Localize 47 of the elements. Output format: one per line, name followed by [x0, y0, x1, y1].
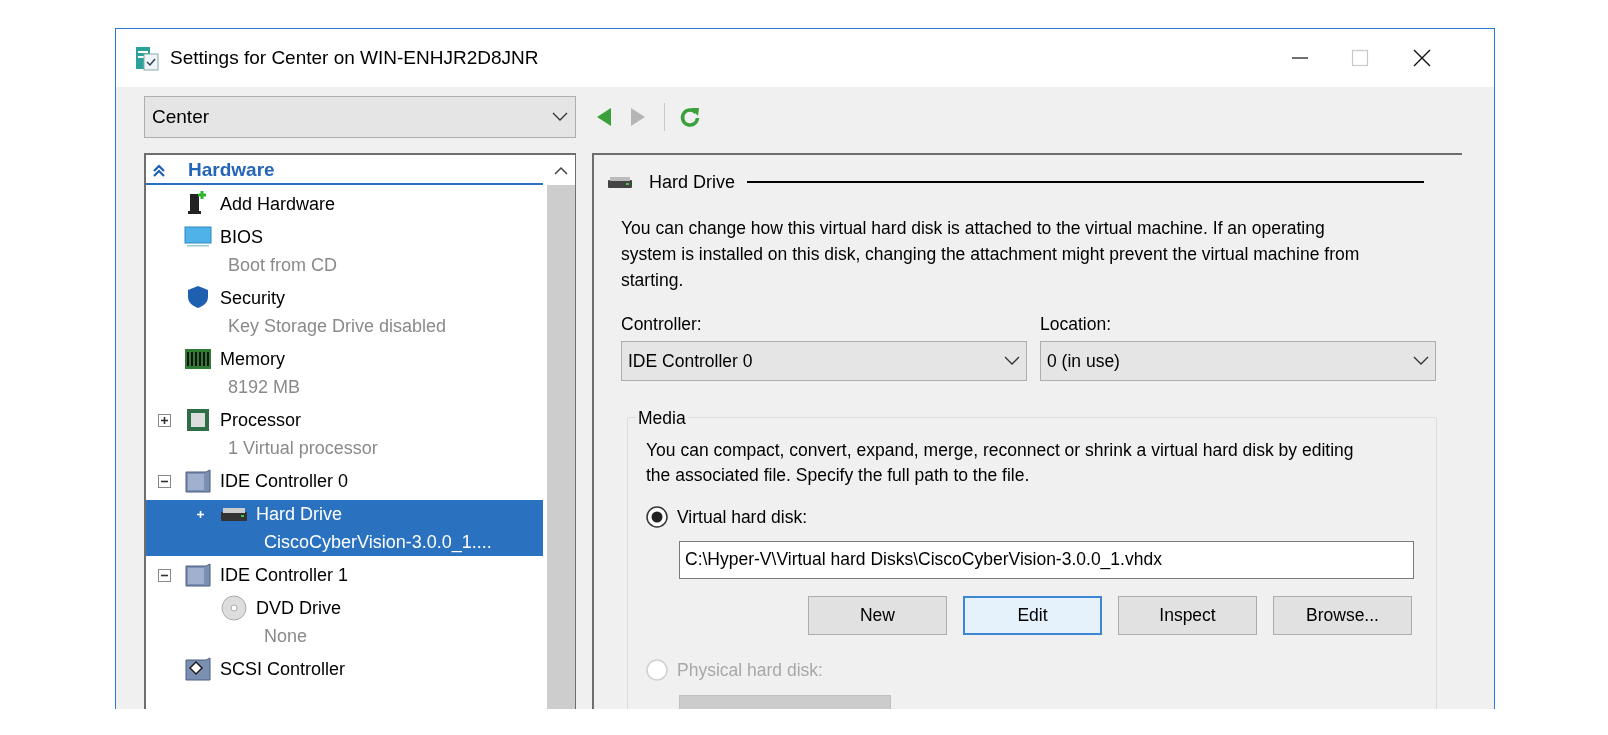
tree-item[interactable]: Processor 1 Virtual processor: [146, 406, 547, 462]
controller-dropdown[interactable]: IDE Controller 0: [621, 341, 1027, 382]
collapse-chevrons-icon[interactable]: [152, 162, 166, 178]
field-label: Controller:: [621, 313, 703, 336]
radio-option[interactable]: Virtual hard disk:: [646, 504, 1436, 531]
tree-item[interactable]: DVD Drive None: [146, 594, 547, 650]
collapse-toggle-icon[interactable]: [158, 474, 171, 488]
action-button[interactable]: Edit: [963, 595, 1102, 635]
media-description: You can compact, convert, expand, merge, reconnect or shrink a virtual hard disk by editing the associated file. Specify the full path to the file.: [646, 439, 1355, 488]
expand-toggle-icon[interactable]: [158, 413, 171, 427]
section-heading: Hard Drive: [649, 170, 736, 194]
action-button[interactable]: Inspect: [1118, 595, 1257, 635]
controller-card-icon: [184, 467, 212, 495]
tree-item[interactable]: IDE Controller 0: [146, 467, 547, 495]
chevron-down-icon: [1004, 356, 1020, 367]
action-button[interactable]: Browse...: [1273, 595, 1412, 635]
chevron-down-icon: [552, 112, 568, 122]
tree-item[interactable]: BIOS Boot from CD: [146, 223, 547, 279]
radio-circle-icon: [646, 506, 668, 529]
scrollbar[interactable]: [547, 155, 575, 709]
processor-chip-icon: [184, 406, 212, 434]
tree-item[interactable]: Add Hardware: [146, 190, 547, 218]
path-field[interactable]: C:\Hyper-V\Virtual hard Disks\CiscoCyberVision-3.0.0_1.vhdx: [679, 540, 1414, 579]
vm-dropdown[interactable]: Center: [144, 96, 576, 138]
radio-circle-icon: [646, 658, 668, 681]
hard-drive-icon: [607, 175, 633, 189]
close-icon[interactable]: [1412, 48, 1432, 68]
location-dropdown[interactable]: 0 (in use): [1040, 341, 1436, 382]
scroll-up-icon[interactable]: [554, 165, 568, 175]
tree-item[interactable]: Security Key Storage Drive disabled: [146, 284, 547, 340]
action-button[interactable]: New: [808, 595, 947, 635]
controller-card-icon: [184, 655, 212, 683]
tree-item[interactable]: SCSI Controller: [146, 655, 547, 683]
settings-window-icon: [134, 45, 160, 71]
controller-card-icon: [184, 561, 212, 589]
collapse-toggle-icon[interactable]: [158, 568, 171, 582]
hardware-section-header[interactable]: Hardware: [146, 157, 543, 185]
window-title: Settings for Center on WIN-ENHJR2D8JNR: [170, 45, 539, 70]
field-label: Location:: [1040, 313, 1113, 336]
tree-item[interactable]: Hard Drive CiscoCyberVision-3.0.0_1....: [146, 500, 543, 556]
disc-icon: [220, 594, 248, 622]
description-text: You can change how this virtual hard disk is attached to the virtual machine. If an operating system is installed on this disk, changing the attachment might prevent the virtual machine from starting.: [621, 217, 1361, 292]
chevron-down-icon: [1413, 356, 1429, 367]
back-icon[interactable]: [596, 107, 612, 127]
refresh-icon[interactable]: [679, 106, 701, 128]
tree-item[interactable]: Memory 8192 MB: [146, 345, 547, 401]
tree-item[interactable]: IDE Controller 1: [146, 561, 547, 589]
